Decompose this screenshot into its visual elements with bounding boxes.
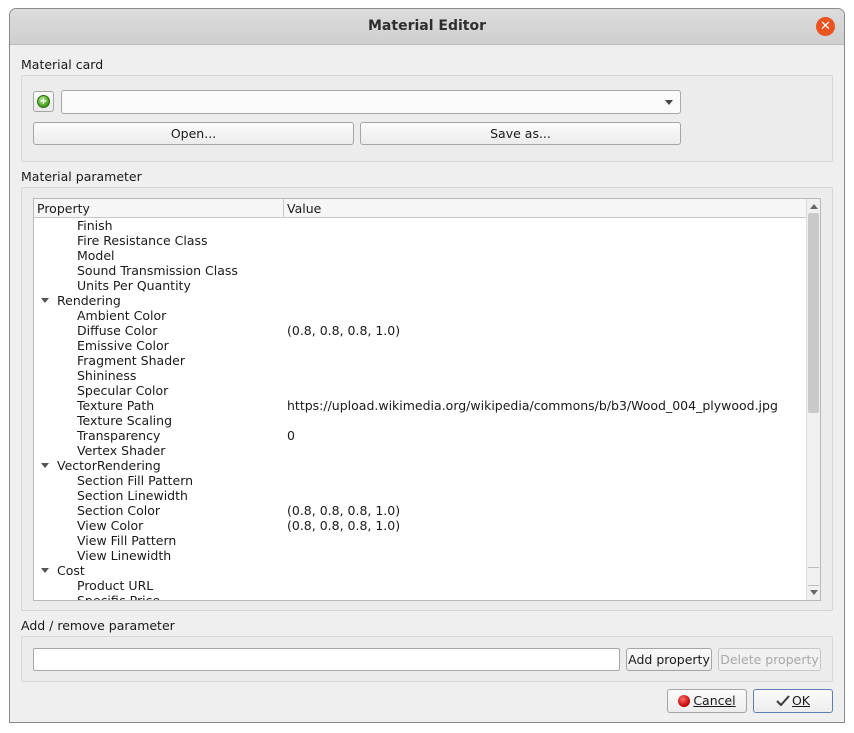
- property-name: Model: [77, 248, 115, 263]
- property-name: Specular Color: [77, 383, 169, 398]
- tree-row[interactable]: View Fill Pattern: [34, 533, 806, 548]
- property-name-input[interactable]: [33, 648, 620, 671]
- property-name: Texture Path: [77, 398, 155, 413]
- window-title: Material Editor: [368, 18, 486, 34]
- material-parameter-label: Material parameter: [21, 169, 142, 184]
- add-remove-label: Add / remove parameter: [21, 618, 175, 633]
- open-button[interactable]: Open...: [33, 122, 354, 145]
- tree-row[interactable]: Section Fill Pattern: [34, 473, 806, 488]
- tree-row[interactable]: Diffuse Color (0.8, 0.8, 0.8, 1.0): [34, 323, 806, 338]
- tree-row[interactable]: Ambient Color: [34, 308, 806, 323]
- property-name: Section Linewidth: [77, 488, 188, 503]
- tree-row[interactable]: Sound Transmission Class: [34, 263, 806, 278]
- material-card-label: Material card: [21, 57, 104, 72]
- property-name: VectorRendering: [57, 458, 161, 473]
- expand-arrow-icon[interactable]: [41, 298, 49, 303]
- chevron-down-icon: [665, 100, 673, 105]
- property-name: View Linewidth: [77, 548, 172, 563]
- column-header-value[interactable]: Value: [284, 199, 806, 218]
- add-icon: +: [37, 95, 50, 108]
- delete-property-button[interactable]: Delete property: [718, 648, 821, 671]
- property-name: Rendering: [57, 293, 121, 308]
- add-card-button[interactable]: +: [33, 91, 54, 112]
- tree-group-row[interactable]: VectorRendering: [34, 458, 806, 473]
- expand-arrow-icon[interactable]: [41, 463, 49, 468]
- scroll-down-icon[interactable]: [810, 590, 818, 595]
- title-bar[interactable]: Material Editor ✕: [10, 9, 844, 45]
- tree-group-row[interactable]: Rendering: [34, 293, 806, 308]
- cancel-icon: [678, 695, 691, 707]
- tree-rows: Finish Fire Resistance Class Model Sound Tr…: [34, 218, 806, 601]
- property-name: Finish: [77, 218, 113, 233]
- property-name: Section Fill Pattern: [77, 473, 194, 488]
- material-parameter-group: Property Value Finish Fire Resistance Cla…: [21, 187, 833, 611]
- property-name: Fire Resistance Class: [77, 233, 208, 248]
- tree-row[interactable]: Emissive Color: [34, 338, 806, 353]
- scroll-thumb[interactable]: [808, 213, 819, 413]
- property-name: Transparency: [77, 428, 161, 443]
- tree-row[interactable]: Finish: [34, 218, 806, 233]
- scroll-up-icon[interactable]: [810, 204, 818, 209]
- tree-row[interactable]: Section Color (0.8, 0.8, 0.8, 1.0): [34, 503, 806, 518]
- ok-button[interactable]: OK: [753, 689, 833, 713]
- property-value[interactable]: (0.8, 0.8, 0.8, 1.0): [287, 518, 400, 533]
- tree-group-row[interactable]: Cost: [34, 563, 806, 578]
- tree-row[interactable]: View Color (0.8, 0.8, 0.8, 1.0): [34, 518, 806, 533]
- tree-row[interactable]: Specific Price: [34, 593, 806, 601]
- property-name: Specific Price: [77, 593, 161, 601]
- material-editor-window: Material Editor ✕ Material card + Open..…: [9, 8, 845, 723]
- scroll-track-mark: [808, 567, 819, 568]
- vertical-scrollbar[interactable]: [806, 199, 820, 600]
- property-name: Product URL: [77, 578, 154, 593]
- ok-label: OK: [791, 693, 811, 708]
- tree-header: Property Value: [34, 199, 806, 218]
- tree-row[interactable]: Fire Resistance Class: [34, 233, 806, 248]
- property-name: Cost: [57, 563, 85, 578]
- scroll-track-mark: [808, 585, 819, 586]
- tree-row[interactable]: View Linewidth: [34, 548, 806, 563]
- tree-row[interactable]: Model: [34, 248, 806, 263]
- add-remove-group: Add property Delete property: [21, 636, 833, 682]
- property-name: View Color: [77, 518, 144, 533]
- cancel-button[interactable]: Cancel: [667, 689, 747, 713]
- column-header-property[interactable]: Property: [34, 199, 284, 218]
- property-name: Fragment Shader: [77, 353, 185, 368]
- property-name: Diffuse Color: [77, 323, 158, 338]
- tree-row[interactable]: Texture Path https://upload.wikimedia.org…: [34, 398, 806, 413]
- property-name: Ambient Color: [77, 308, 167, 323]
- property-name: View Fill Pattern: [77, 533, 177, 548]
- tree-row[interactable]: Product URL: [34, 578, 806, 593]
- property-name: Shininess: [77, 368, 137, 383]
- close-icon[interactable]: ✕: [816, 17, 835, 36]
- expand-arrow-icon[interactable]: [41, 568, 49, 573]
- property-name: Section Color: [77, 503, 161, 518]
- property-value[interactable]: 0: [287, 428, 295, 443]
- property-name: Vertex Shader: [77, 443, 166, 458]
- material-card-group: + Open... Save as...: [21, 75, 833, 162]
- material-card-combo[interactable]: [61, 90, 681, 114]
- property-name: Sound Transmission Class: [77, 263, 238, 278]
- tree-row[interactable]: Vertex Shader: [34, 443, 806, 458]
- property-name: Emissive Color: [77, 338, 169, 353]
- property-value[interactable]: (0.8, 0.8, 0.8, 1.0): [287, 323, 400, 338]
- save-as-button[interactable]: Save as...: [360, 122, 681, 145]
- ok-check-icon: [776, 695, 790, 706]
- tree-row[interactable]: Units Per Quantity: [34, 278, 806, 293]
- tree-row[interactable]: Transparency 0: [34, 428, 806, 443]
- property-name: Units Per Quantity: [77, 278, 191, 293]
- tree-row[interactable]: Fragment Shader: [34, 353, 806, 368]
- tree-row[interactable]: Texture Scaling: [34, 413, 806, 428]
- cancel-label: Cancel: [693, 693, 736, 708]
- tree-row[interactable]: Specular Color: [34, 383, 806, 398]
- add-property-button[interactable]: Add property: [626, 648, 712, 671]
- property-value[interactable]: https://upload.wikimedia.org/wikipedia/c…: [287, 398, 778, 413]
- tree-row[interactable]: Section Linewidth: [34, 488, 806, 503]
- property-tree[interactable]: Property Value Finish Fire Resistance Cla…: [33, 198, 821, 601]
- tree-row[interactable]: Shininess: [34, 368, 806, 383]
- property-value[interactable]: (0.8, 0.8, 0.8, 1.0): [287, 503, 400, 518]
- property-name: Texture Scaling: [77, 413, 173, 428]
